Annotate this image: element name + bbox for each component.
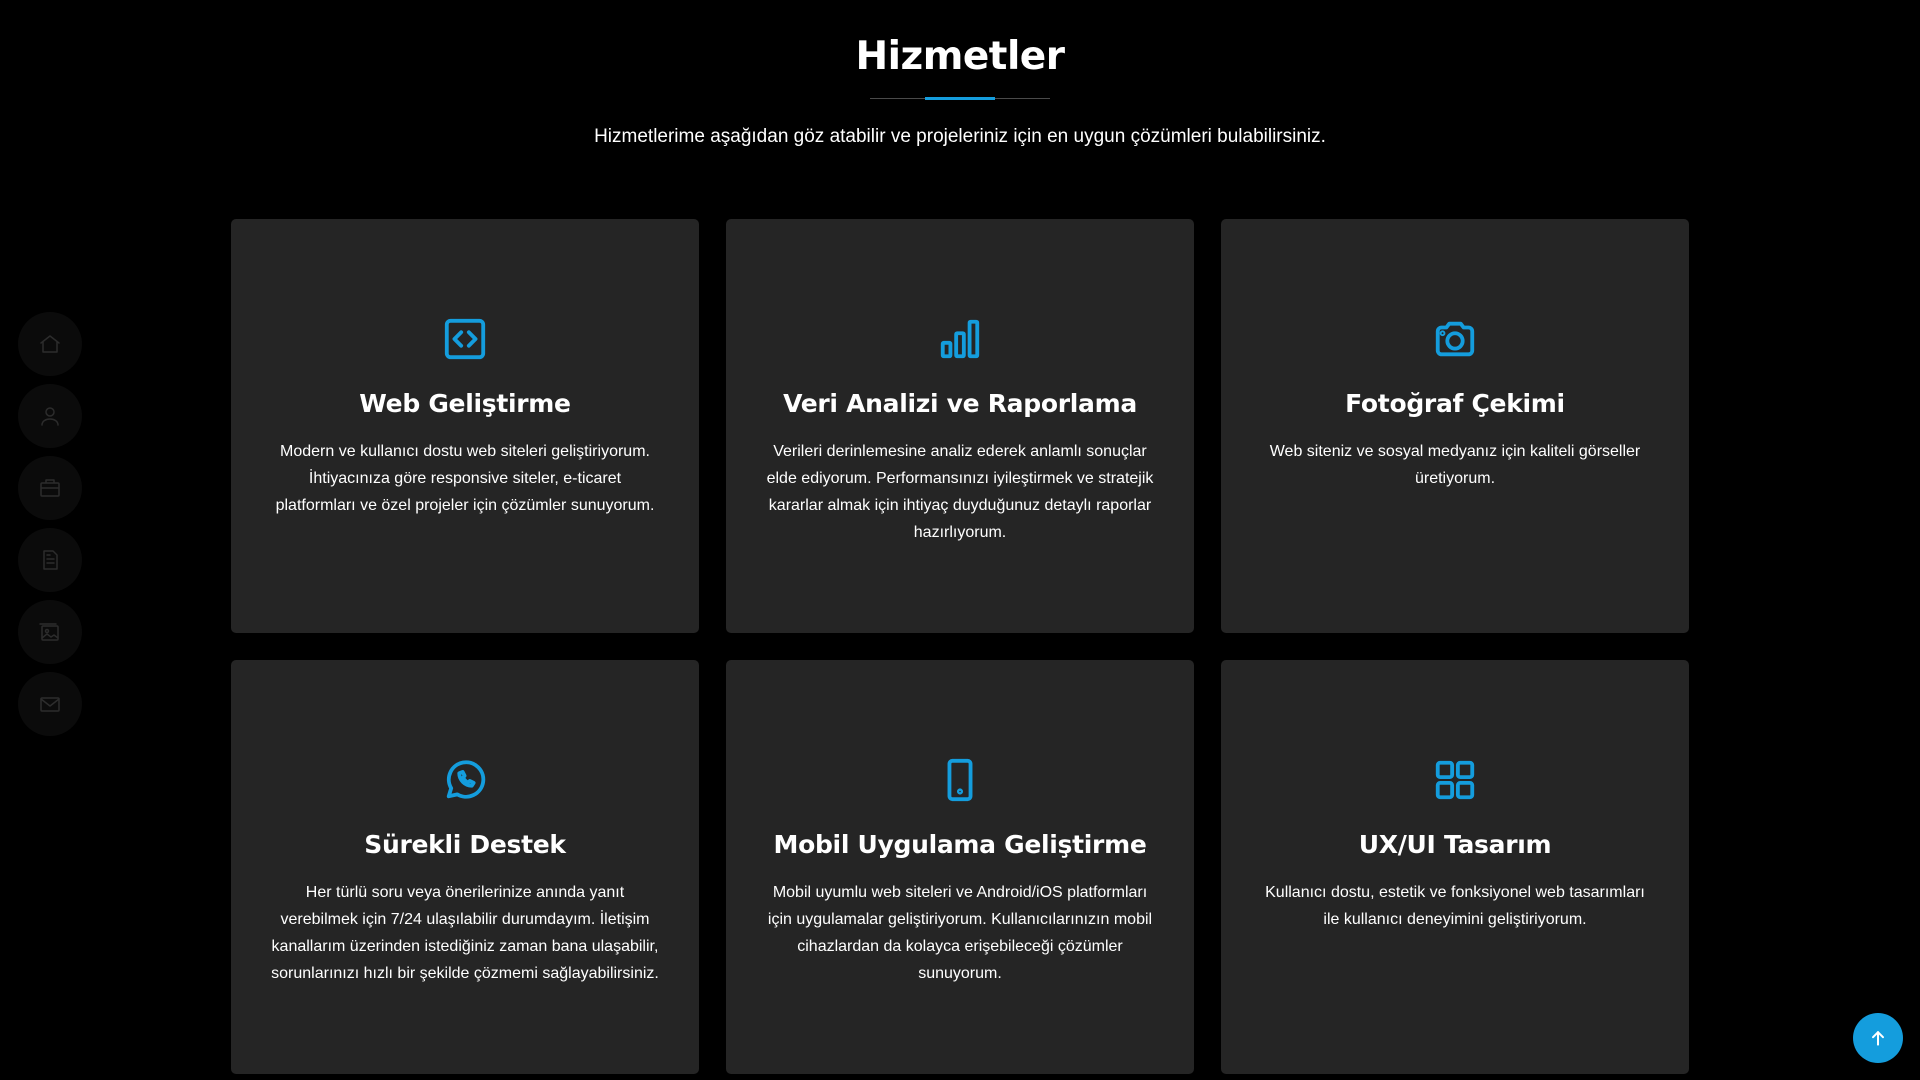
service-title: Fotoğraf Çekimi (1345, 389, 1565, 418)
service-title: UX/UI Tasarım (1358, 830, 1552, 859)
envelope-icon (40, 697, 60, 712)
briefcase-icon (40, 479, 60, 497)
service-description: Verileri derinlemesine analiz ederek anl… (766, 443, 1154, 541)
camera-icon (1431, 315, 1479, 363)
service-card-support: Sürekli Destek Her türlü soru veya öneri… (231, 660, 699, 1074)
service-card-data: Veri Analizi ve Raporlama Verileri derin… (726, 219, 1194, 633)
services-grid: Web Geliştirme Modern ve kullanıcı dostu… (231, 219, 1689, 1074)
service-description: Mobil uyumlu web siteleri ve Android/iOS… (767, 884, 1153, 982)
service-description: Kullanıcı dostu, estetik ve fonksiyonel … (1265, 884, 1645, 928)
nav-contact-button[interactable] (18, 672, 82, 736)
service-description: Modern ve kullanıcı dostu web siteleri g… (275, 443, 655, 514)
service-card-photo: Fotoğraf Çekimi Web siteniz ve sosyal me… (1221, 219, 1689, 633)
service-title: Sürekli Destek (364, 830, 566, 859)
service-title: Web Geliştirme (359, 389, 571, 418)
section-subtitle: Hizmetlerime aşağıdan göz atabilir ve pr… (594, 126, 1326, 147)
title-divider-accent (925, 97, 995, 100)
person-icon (41, 407, 59, 426)
service-card-uxui: UX/UI Tasarım Kullanıcı dostu, estetik v… (1221, 660, 1689, 1074)
side-navigation (18, 312, 82, 736)
service-description: Her türlü soru veya önerilerinize anında… (271, 884, 659, 982)
service-card-web: Web Geliştirme Modern ve kullanıcı dostu… (231, 219, 699, 633)
document-icon (43, 550, 58, 570)
phone-icon (936, 756, 984, 804)
code-icon (441, 315, 489, 363)
home-icon (40, 335, 60, 353)
nav-portfolio-button[interactable] (18, 528, 82, 592)
service-card-mobile: Mobil Uygulama Geliştirme Mobil uyumlu w… (726, 660, 1194, 1074)
service-description: Web siteniz ve sosyal medyanız için kali… (1269, 443, 1641, 487)
nav-about-button[interactable] (18, 384, 82, 448)
grid-icon (1431, 756, 1479, 804)
back-to-top-button[interactable] (1853, 1013, 1903, 1063)
service-title: Mobil Uygulama Geliştirme (773, 830, 1147, 859)
bar-chart-icon (936, 315, 984, 363)
arrow-up-icon (1872, 1031, 1884, 1046)
images-icon (39, 623, 59, 641)
service-title: Veri Analizi ve Raporlama (783, 389, 1137, 418)
section-title: Hizmetler (855, 34, 1066, 79)
whatsapp-icon (441, 756, 489, 804)
nav-home-button[interactable] (18, 312, 82, 376)
nav-resume-button[interactable] (18, 456, 82, 520)
nav-gallery-button[interactable] (18, 600, 82, 664)
